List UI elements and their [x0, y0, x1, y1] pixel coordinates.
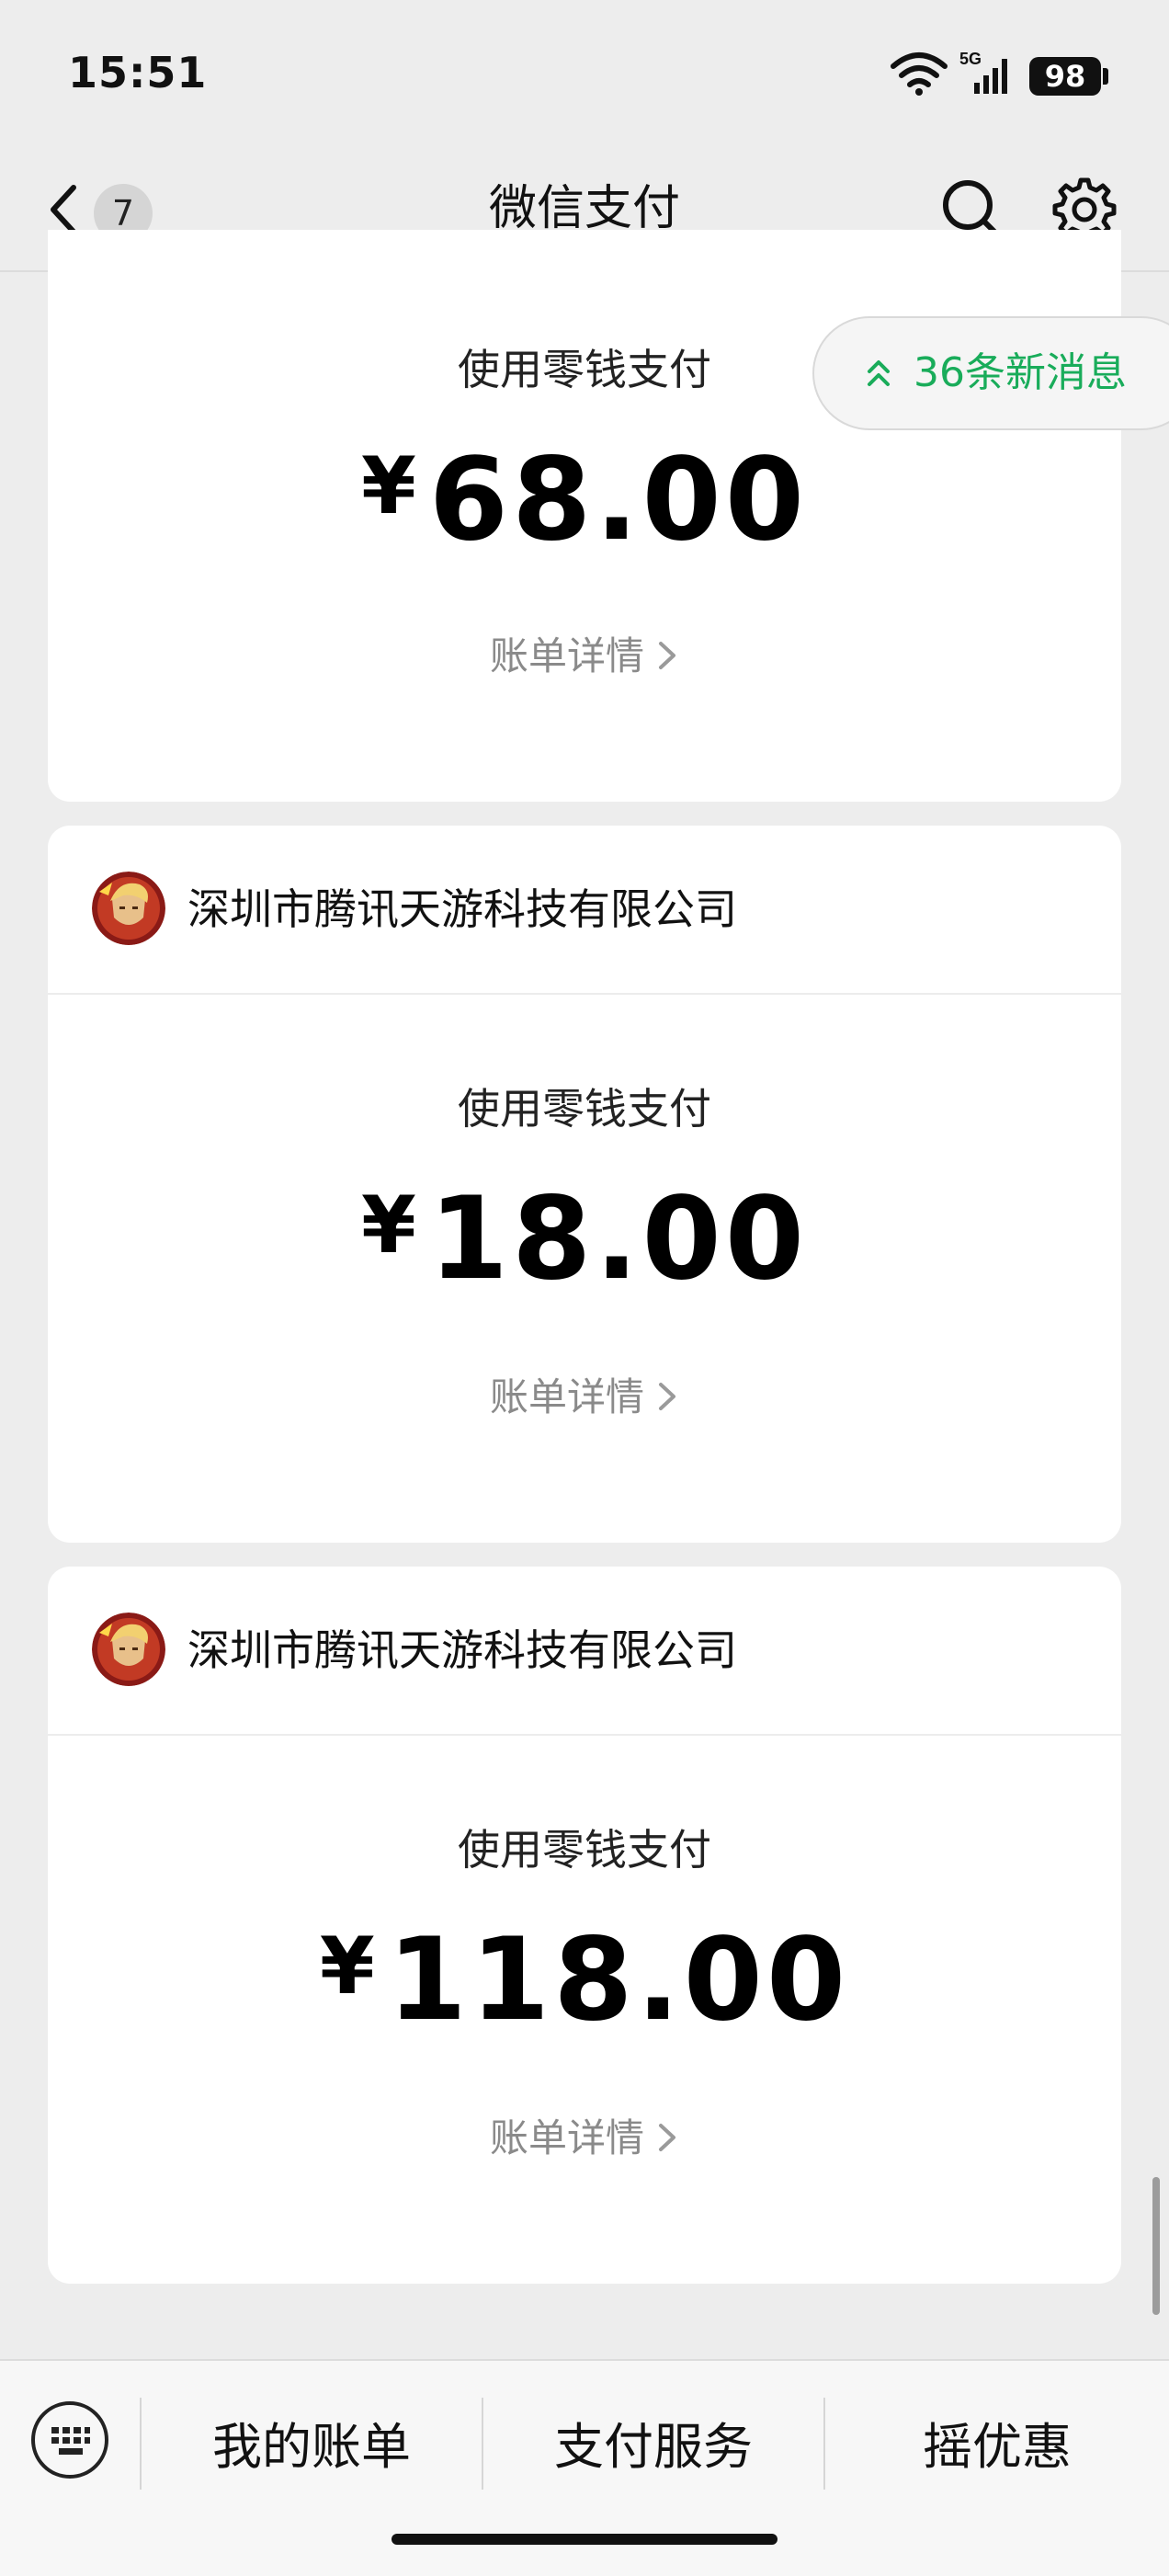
chevron-right-icon: [659, 2124, 675, 2151]
payment-card: 深圳市腾讯天游科技有限公司 使用零钱支付 ¥118.00 账单详情: [48, 1567, 1121, 2284]
bill-detail-link[interactable]: 账单详情: [48, 2107, 1121, 2163]
menu-my-bills[interactable]: 我的账单: [142, 2361, 482, 2534]
bill-detail-link[interactable]: 账单详情: [48, 1366, 1121, 1422]
status-bar: 15:51 5G 98: [0, 0, 1169, 147]
bill-detail-link[interactable]: 账单详情: [48, 625, 1121, 681]
status-time: 15:51: [68, 48, 208, 97]
merchant-avatar: [92, 1613, 165, 1686]
merchant-avatar: [92, 872, 165, 945]
keyboard-icon: [51, 2427, 90, 2455]
network-label: 5G: [959, 50, 982, 68]
keyboard-toggle-button[interactable]: [31, 2401, 108, 2479]
card-header: 深圳市腾讯天游科技有限公司: [48, 826, 1121, 995]
payment-method: 使用零钱支付: [458, 1825, 711, 1875]
payment-amount: ¥18.00: [48, 1173, 1121, 1305]
battery-nub: [1103, 68, 1108, 85]
payment-amount: ¥68.00: [48, 434, 1121, 566]
scrollbar-thumb[interactable]: [1152, 2177, 1160, 2315]
currency-symbol: ¥: [360, 1180, 420, 1271]
menu-payment-services[interactable]: 支付服务: [483, 2361, 823, 2534]
card-header: 深圳市腾讯天游科技有限公司: [48, 1567, 1121, 1736]
bill-detail-label: 账单详情: [489, 2115, 644, 2160]
payment-card: 深圳市腾讯天游科技有限公司 使用零钱支付 ¥18.00 账单详情: [48, 826, 1121, 1543]
merchant-name: 深圳市腾讯天游科技有限公司: [187, 884, 737, 934]
currency-symbol: ¥: [319, 1921, 379, 2012]
home-indicator[interactable]: [392, 2534, 777, 2545]
wifi-icon: [891, 52, 948, 96]
signal-icon: 5G: [959, 50, 1007, 94]
bill-detail-label: 账单详情: [489, 633, 644, 678]
new-messages-pill[interactable]: 36条新消息: [812, 316, 1169, 430]
bill-detail-label: 账单详情: [489, 1374, 644, 1419]
double-chevron-up-icon: [868, 360, 890, 386]
menu-shake-deals[interactable]: 摇优惠: [825, 2361, 1169, 2534]
amount-value: 118.00: [387, 1914, 850, 2046]
amount-value: 18.00: [428, 1173, 809, 1305]
payment-method: 使用零钱支付: [458, 1084, 711, 1134]
amount-value: 68.00: [428, 434, 809, 566]
new-messages-label: 36条新消息: [914, 349, 1127, 396]
payment-amount: ¥118.00: [48, 1914, 1121, 2046]
merchant-name: 深圳市腾讯天游科技有限公司: [187, 1625, 737, 1675]
battery-icon: 98: [1029, 57, 1101, 96]
chevron-right-icon: [659, 1383, 675, 1410]
chevron-right-icon: [659, 642, 675, 669]
currency-symbol: ¥: [360, 440, 420, 532]
